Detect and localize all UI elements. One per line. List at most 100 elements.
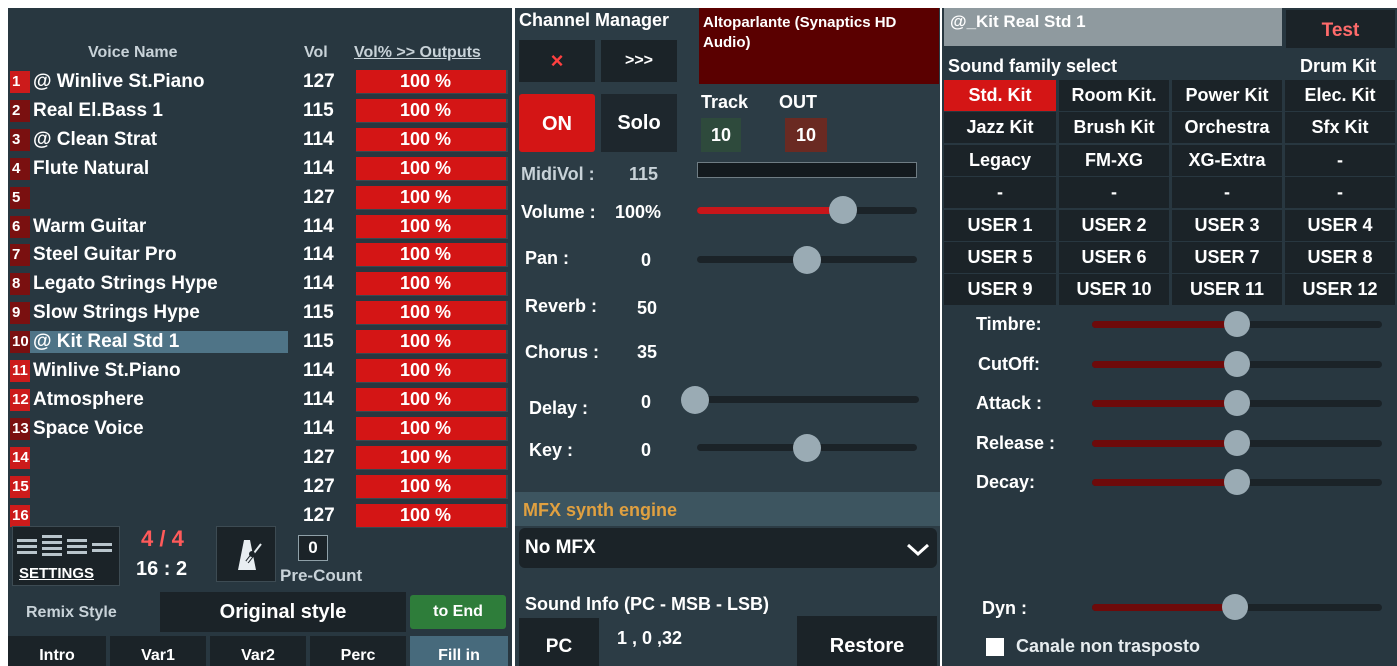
kit-button[interactable]: Sfx Kit xyxy=(1285,112,1395,144)
kit-button[interactable]: USER 1 xyxy=(944,209,1056,241)
voice-volume[interactable]: 114 xyxy=(303,389,353,411)
voice-volume[interactable]: 114 xyxy=(303,244,353,266)
out-value[interactable]: 10 xyxy=(785,118,827,152)
on-button[interactable]: ON xyxy=(519,94,595,152)
voice-row[interactable]: 15 127 100 % xyxy=(8,473,512,499)
voice-name[interactable]: @ Winlive St.Piano xyxy=(30,71,288,93)
voice-output-percent[interactable]: 100 % xyxy=(356,127,508,152)
reverb-value[interactable]: 50 xyxy=(637,298,657,319)
voice-output-percent[interactable]: 100 % xyxy=(356,156,508,181)
voice-row[interactable]: 11 Winlive St.Piano 114 100 % xyxy=(8,357,512,383)
forward-button[interactable]: >>> xyxy=(601,40,677,82)
metronome-button[interactable] xyxy=(216,526,276,582)
kit-button[interactable]: Power Kit xyxy=(1172,80,1282,111)
voice-output-percent[interactable]: 100 % xyxy=(356,272,508,297)
kit-button[interactable]: FM-XG xyxy=(1059,144,1169,176)
kit-param-slider-knob[interactable] xyxy=(1224,429,1250,456)
voice-name[interactable]: Real El.Bass 1 xyxy=(30,100,288,122)
voice-output-percent[interactable]: 100 % xyxy=(356,98,508,123)
voice-output-percent[interactable]: 100 % xyxy=(356,474,508,499)
pan-slider-knob[interactable] xyxy=(793,246,821,274)
dyn-slider-knob[interactable] xyxy=(1222,594,1248,620)
kit-button[interactable]: USER 10 xyxy=(1059,274,1169,306)
voice-row[interactable]: 7 Steel Guitar Pro 114 100 % xyxy=(8,241,512,268)
voice-name[interactable]: Flute Natural xyxy=(30,158,288,180)
kit-param-slider-knob[interactable] xyxy=(1224,311,1250,337)
voice-name[interactable] xyxy=(30,187,288,209)
kit-button[interactable]: USER 3 xyxy=(1172,209,1282,241)
voice-volume[interactable]: 115 xyxy=(303,331,353,353)
voice-name[interactable]: Winlive St.Piano xyxy=(30,360,288,382)
kit-button[interactable]: Room Kit. xyxy=(1059,80,1169,111)
voice-name[interactable] xyxy=(30,505,288,527)
voice-row[interactable]: 6 Warm Guitar 114 100 % xyxy=(8,213,512,239)
kit-button[interactable]: Legacy xyxy=(944,144,1056,176)
kit-param-slider-knob[interactable] xyxy=(1224,390,1250,416)
kit-button[interactable]: USER 2 xyxy=(1059,209,1169,241)
voice-volume[interactable]: 127 xyxy=(303,187,353,209)
settings-button[interactable]: SETTINGS xyxy=(12,526,120,586)
kit-button[interactable]: USER 4 xyxy=(1285,209,1395,241)
not-transposed-checkbox[interactable] xyxy=(986,638,1004,656)
kit-param-slider-knob[interactable] xyxy=(1224,469,1250,495)
voice-row[interactable]: 13 Space Voice 114 100 % xyxy=(8,415,512,441)
delay-slider-track[interactable] xyxy=(687,396,919,403)
voice-row[interactable]: 12 Atmosphere 114 100 % xyxy=(8,386,512,412)
kit-button[interactable]: - xyxy=(1285,144,1395,176)
kit-button[interactable]: USER 9 xyxy=(944,274,1056,306)
track-value[interactable]: 10 xyxy=(701,118,741,152)
voice-name[interactable]: @ Kit Real Std 1 xyxy=(30,331,288,354)
voice-row[interactable]: 1 @ Winlive St.Piano 127 100 % xyxy=(8,68,512,94)
voice-name[interactable] xyxy=(30,476,288,498)
kit-button[interactable]: - xyxy=(1059,177,1169,209)
volume-slider-knob[interactable] xyxy=(829,196,857,224)
kit-button[interactable]: USER 11 xyxy=(1172,274,1282,306)
solo-button[interactable]: Solo xyxy=(601,94,677,152)
delay-slider-knob[interactable] xyxy=(681,386,709,414)
kit-button[interactable]: USER 6 xyxy=(1059,242,1169,273)
voice-row[interactable]: 16 127 100 % xyxy=(8,502,512,528)
voice-volume[interactable]: 114 xyxy=(303,360,353,382)
voice-name[interactable]: Slow Strings Hype xyxy=(30,302,288,324)
to-end-button[interactable]: to End xyxy=(410,595,506,629)
kit-button[interactable]: USER 5 xyxy=(944,242,1056,273)
output-device[interactable]: Altoparlante (Synaptics HD Audio) xyxy=(699,8,939,84)
var2-button[interactable]: Var2 xyxy=(210,636,306,666)
voice-output-percent[interactable]: 100 % xyxy=(356,387,508,412)
kit-param-slider-knob[interactable] xyxy=(1224,350,1250,377)
kit-button[interactable]: USER 8 xyxy=(1285,242,1395,273)
voice-volume[interactable]: 114 xyxy=(303,273,353,295)
kit-button[interactable]: Jazz Kit xyxy=(944,112,1056,144)
test-button[interactable]: Test xyxy=(1286,10,1395,48)
voice-row[interactable]: 9 Slow Strings Hype 115 100 % xyxy=(8,299,512,326)
voice-volume[interactable]: 127 xyxy=(303,71,353,93)
restore-button[interactable]: Restore xyxy=(797,616,937,666)
voice-name[interactable]: Atmosphere xyxy=(30,389,288,411)
voice-output-percent[interactable]: 100 % xyxy=(356,359,508,383)
kit-button[interactable]: Std. Kit xyxy=(944,80,1056,111)
key-slider-knob[interactable] xyxy=(793,434,821,462)
kit-button[interactable]: Elec. Kit xyxy=(1285,80,1395,111)
voice-row[interactable]: 10 @ Kit Real Std 1 115 100 % xyxy=(8,328,512,355)
voice-volume[interactable]: 115 xyxy=(303,302,353,324)
kit-button[interactable]: USER 12 xyxy=(1285,274,1395,306)
var1-button[interactable]: Var1 xyxy=(110,636,206,666)
voice-volume[interactable]: 127 xyxy=(303,476,353,498)
close-button[interactable]: × xyxy=(519,40,595,82)
precount-value[interactable]: 0 xyxy=(298,535,328,561)
voice-name[interactable]: Steel Guitar Pro xyxy=(30,244,288,266)
kit-button[interactable]: Orchestra xyxy=(1172,112,1282,144)
voice-volume[interactable]: 127 xyxy=(303,505,353,527)
voice-row[interactable]: 3 @ Clean Strat 114 100 % xyxy=(8,126,512,152)
intro-button[interactable]: Intro xyxy=(8,636,106,666)
voice-output-percent[interactable]: 100 % xyxy=(356,70,508,94)
voice-row[interactable]: 4 Flute Natural 114 100 % xyxy=(8,155,512,181)
kit-button[interactable]: Brush Kit xyxy=(1059,112,1169,144)
voice-name[interactable]: @ Clean Strat xyxy=(30,129,288,151)
voice-name[interactable]: Warm Guitar xyxy=(30,216,288,238)
voice-output-percent[interactable]: 100 % xyxy=(356,503,508,528)
voice-row[interactable]: 8 Legato Strings Hype 114 100 % xyxy=(8,270,512,297)
voice-volume[interactable]: 114 xyxy=(303,129,353,151)
voice-volume[interactable]: 114 xyxy=(303,158,353,180)
voice-output-percent[interactable]: 100 % xyxy=(356,416,508,441)
